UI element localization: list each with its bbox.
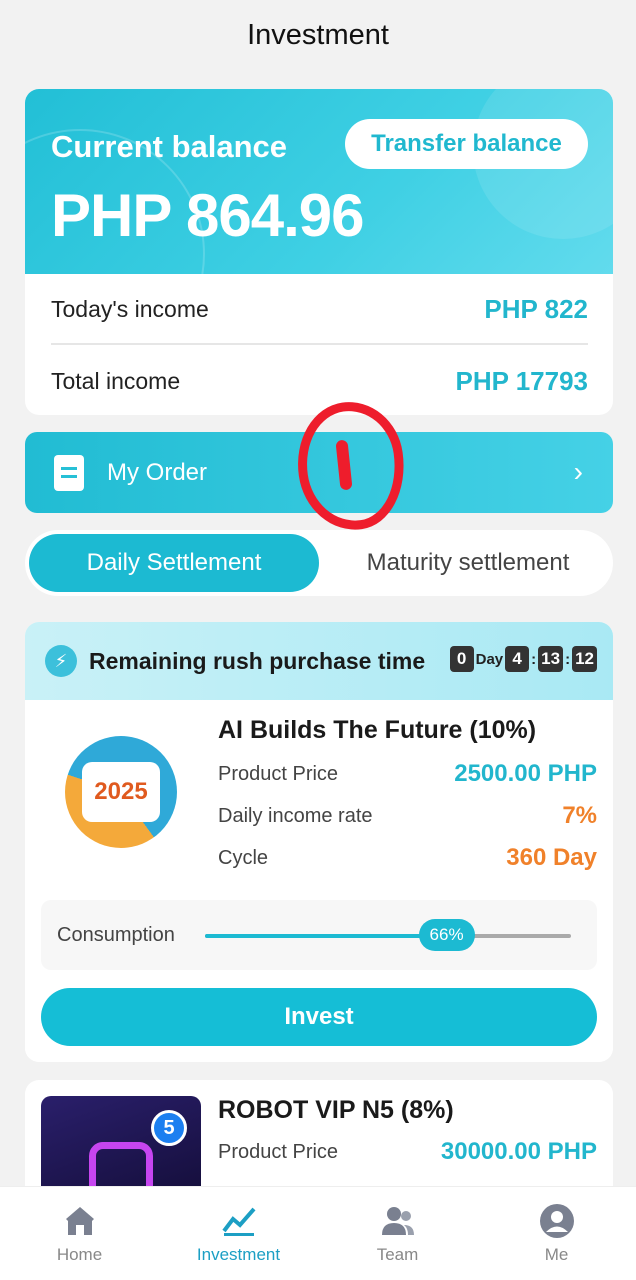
timer-seconds: 12 — [572, 646, 597, 672]
timer-separator: : — [531, 650, 537, 668]
progress-track: 66% — [205, 919, 571, 951]
cycle-label: Cycle — [218, 846, 269, 869]
consumption-label: Consumption — [57, 923, 175, 946]
bottom-nav: Home Investment Team Me — [0, 1186, 636, 1280]
team-icon — [381, 1206, 414, 1235]
todays-income-value: PHP 822 — [484, 293, 588, 324]
countdown-timer: 0 Day 4 : 13 : 12 — [449, 646, 597, 672]
my-order-label: My Order — [107, 458, 208, 486]
my-order-bar[interactable]: My Order › — [25, 432, 613, 513]
timer-days: 0 — [449, 646, 474, 672]
product-title: ROBOT VIP N5 (8%) — [218, 1096, 454, 1124]
cycle-value: 360 Day — [506, 844, 597, 871]
total-income-label: Total income — [51, 367, 181, 394]
nav-label: Home — [56, 1244, 103, 1264]
chart-icon — [221, 1207, 256, 1236]
price-row: Product Price 30000.00 PHP — [218, 1138, 597, 1166]
price-label: Product Price — [218, 1140, 339, 1163]
nav-label: Investment — [196, 1244, 281, 1264]
nav-home[interactable]: Home — [0, 1187, 159, 1280]
progress-badge: 66% — [418, 919, 475, 951]
home-icon — [65, 1206, 94, 1235]
balance-card: Current balance PHP 864.96 Transfer bala… — [25, 89, 613, 415]
rate-value: 7% — [562, 802, 597, 829]
nav-label: Team — [376, 1244, 419, 1264]
balance-panel: Current balance PHP 864.96 Transfer bala… — [25, 89, 613, 274]
tab-daily-settlement[interactable]: Daily Settlement — [29, 534, 319, 592]
timer-minutes: 13 — [538, 646, 564, 672]
lightning-icon: ⚡ — [45, 645, 77, 677]
document-icon — [54, 454, 84, 491]
total-income-row: Total income PHP 17793 — [51, 346, 588, 415]
balance-amount: PHP 864.96 — [51, 182, 364, 249]
balance-label: Current balance — [51, 129, 288, 164]
transfer-balance-button[interactable]: Transfer balance — [345, 119, 588, 169]
product-body: 2025 AI Builds The Future (10%) Product … — [25, 700, 613, 1062]
invest-button[interactable]: Invest — [41, 988, 597, 1046]
nav-team[interactable]: Team — [318, 1187, 477, 1280]
todays-income-row: Today's income PHP 822 — [51, 275, 588, 345]
chevron-right-icon: › — [573, 456, 583, 487]
timer-day-unit: Day — [475, 650, 504, 668]
vip-badge: 5 — [151, 1110, 187, 1146]
cycle-row: Cycle 360 Day — [218, 844, 597, 872]
ai-2025-logo-icon: 2025 — [65, 736, 177, 848]
nav-investment[interactable]: Investment — [159, 1187, 318, 1280]
nav-label: Me — [544, 1244, 569, 1264]
price-value: 2500.00 PHP — [454, 760, 597, 787]
rush-label: Remaining rush purchase time — [89, 647, 426, 674]
price-value: 30000.00 PHP — [440, 1138, 597, 1165]
nav-me[interactable]: Me — [477, 1187, 636, 1280]
user-icon — [539, 1203, 574, 1238]
total-income-value: PHP 17793 — [455, 365, 588, 396]
rate-row: Daily income rate 7% — [218, 802, 597, 830]
timer-separator: : — [565, 650, 571, 668]
progress-fill — [205, 934, 447, 938]
page-title: Investment — [247, 18, 389, 51]
product-title: AI Builds The Future (10%) — [218, 716, 537, 744]
rush-header: ⚡ Remaining rush purchase time 0 Day 4 :… — [25, 622, 613, 700]
tab-maturity-settlement[interactable]: Maturity settlement — [323, 530, 613, 596]
consumption-bar: Consumption 66% — [41, 900, 597, 970]
todays-income-label: Today's income — [51, 295, 209, 322]
settlement-tabs: Daily Settlement Maturity settlement — [25, 530, 613, 596]
price-row: Product Price 2500.00 PHP — [218, 760, 597, 788]
price-label: Product Price — [218, 762, 339, 785]
timer-hours: 4 — [505, 646, 530, 672]
page-header: Investment — [0, 0, 636, 70]
product-card: ⚡ Remaining rush purchase time 0 Day 4 :… — [25, 622, 613, 1062]
rate-label: Daily income rate — [218, 804, 373, 827]
